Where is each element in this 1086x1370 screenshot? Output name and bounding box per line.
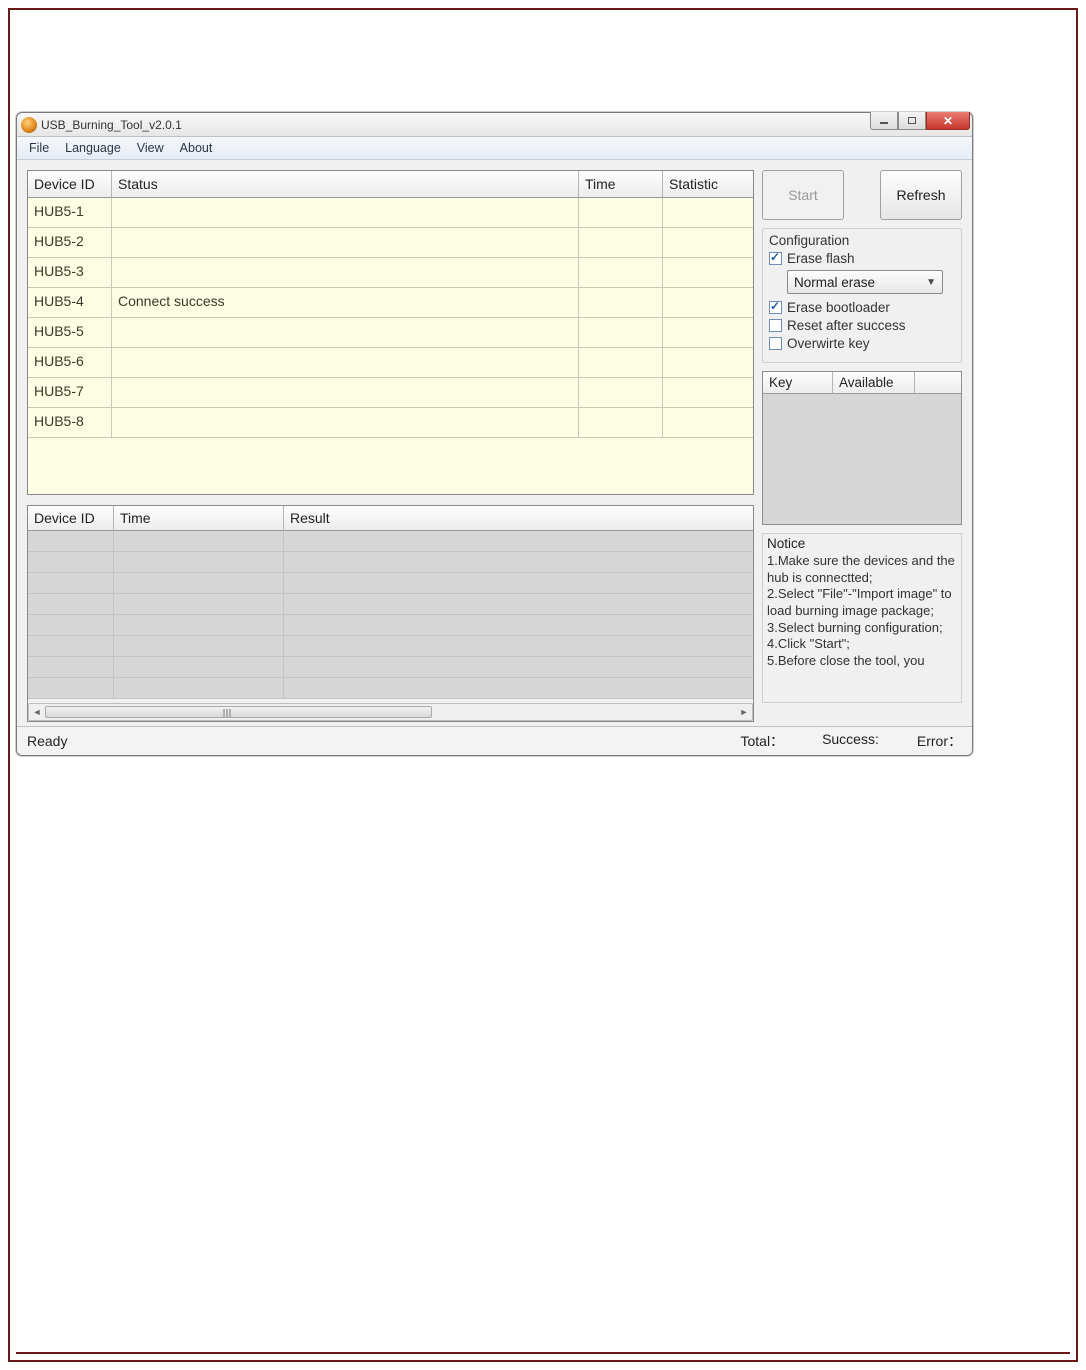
result-row[interactable] [28,531,753,552]
device-status [112,318,579,348]
configuration-group: Configuration Erase flash Normal erase ▼… [762,228,962,363]
device-time [579,408,663,438]
device-id: HUB5-3 [28,258,112,288]
menu-file[interactable]: File [23,139,55,157]
device-header-time[interactable]: Time [579,171,663,198]
device-row[interactable]: HUB5-2 [28,228,753,258]
device-status [112,378,579,408]
refresh-button[interactable]: Refresh [880,170,962,220]
device-table: Device ID Status Time Statistic HUB5-1HU… [27,170,754,495]
titlebar[interactable]: USB_Burning_Tool_v2.0.1 ✕ [17,113,972,137]
notice-body: 1.Make sure the devices and the hub is c… [767,553,957,669]
device-header-id[interactable]: Device ID [28,171,112,198]
window-title: USB_Burning_Tool_v2.0.1 [41,118,182,132]
device-time [579,348,663,378]
device-header-statistic[interactable]: Statistic [663,171,753,198]
erase-bootloader-checkbox[interactable] [769,301,782,314]
statusbar: Ready Total： Success: Error： [17,726,972,755]
erase-flash-label: Erase flash [787,251,855,266]
device-status [112,408,579,438]
device-time [579,318,663,348]
device-row[interactable]: HUB5-7 [28,378,753,408]
menu-about[interactable]: About [174,139,219,157]
maximize-button[interactable] [898,112,926,130]
start-button[interactable]: Start [762,170,844,220]
device-statistic [663,228,753,258]
device-time [579,258,663,288]
device-status [112,198,579,228]
device-statistic [663,198,753,228]
device-id: HUB5-5 [28,318,112,348]
result-row[interactable] [28,594,753,615]
configuration-title: Configuration [769,233,955,248]
device-statistic [663,348,753,378]
reset-after-success-label: Reset after success [787,318,906,333]
device-status: Connect success [112,288,579,318]
erase-mode-select[interactable]: Normal erase ▼ [787,270,943,294]
device-status [112,228,579,258]
status-success: Success: [822,731,879,751]
device-time [579,228,663,258]
result-header-time[interactable]: Time [114,506,284,531]
overwrite-key-checkbox[interactable] [769,337,782,350]
close-button[interactable]: ✕ [926,112,970,130]
menu-view[interactable]: View [131,139,170,157]
result-row[interactable] [28,552,753,573]
result-table: Device ID Time Result ◄ ► [27,505,754,722]
result-row[interactable] [28,615,753,636]
device-status [112,258,579,288]
notice-title: Notice [767,536,957,551]
scroll-right-arrow-icon[interactable]: ► [736,704,752,720]
device-time [579,378,663,408]
result-row[interactable] [28,657,753,678]
status-ready: Ready [27,733,67,749]
app-icon [21,117,37,133]
notice-panel: Notice 1.Make sure the devices and the h… [762,533,962,703]
device-row[interactable]: HUB5-3 [28,258,753,288]
result-header-id[interactable]: Device ID [28,506,114,531]
key-header-spacer [915,372,961,394]
device-id: HUB5-2 [28,228,112,258]
device-row[interactable]: HUB5-5 [28,318,753,348]
result-row[interactable] [28,573,753,594]
menubar: File Language View About [17,137,972,160]
device-row[interactable]: HUB5-8 [28,408,753,438]
device-row[interactable]: HUB5-6 [28,348,753,378]
result-row[interactable] [28,678,753,699]
erase-mode-value: Normal erase [794,275,875,290]
app-window: USB_Burning_Tool_v2.0.1 ✕ File Language … [16,112,973,756]
overwrite-key-label: Overwirte key [787,336,870,351]
device-time [579,198,663,228]
minimize-button[interactable] [870,112,898,130]
erase-bootloader-label: Erase bootloader [787,300,890,315]
device-id: HUB5-8 [28,408,112,438]
device-time [579,288,663,318]
key-header-available[interactable]: Available [833,372,915,394]
device-row[interactable]: HUB5-1 [28,198,753,228]
device-row[interactable]: HUB5-4Connect success [28,288,753,318]
device-id: HUB5-6 [28,348,112,378]
device-header-status[interactable]: Status [112,171,579,198]
device-status [112,348,579,378]
device-statistic [663,408,753,438]
device-id: HUB5-4 [28,288,112,318]
status-error: Error： [917,731,962,751]
device-statistic [663,378,753,408]
reset-after-success-checkbox[interactable] [769,319,782,332]
result-row[interactable] [28,636,753,657]
device-id: HUB5-1 [28,198,112,228]
device-id: HUB5-7 [28,378,112,408]
result-header-result[interactable]: Result [284,506,753,531]
device-statistic [663,258,753,288]
status-total: Total： [740,731,784,751]
result-horizontal-scrollbar[interactable]: ◄ ► [28,703,753,721]
key-header-key[interactable]: Key [763,372,833,394]
erase-flash-checkbox[interactable] [769,252,782,265]
key-table: Key Available [762,371,962,525]
scroll-left-arrow-icon[interactable]: ◄ [29,704,45,720]
chevron-down-icon: ▼ [926,277,936,288]
device-statistic [663,318,753,348]
menu-language[interactable]: Language [59,139,127,157]
device-statistic [663,288,753,318]
